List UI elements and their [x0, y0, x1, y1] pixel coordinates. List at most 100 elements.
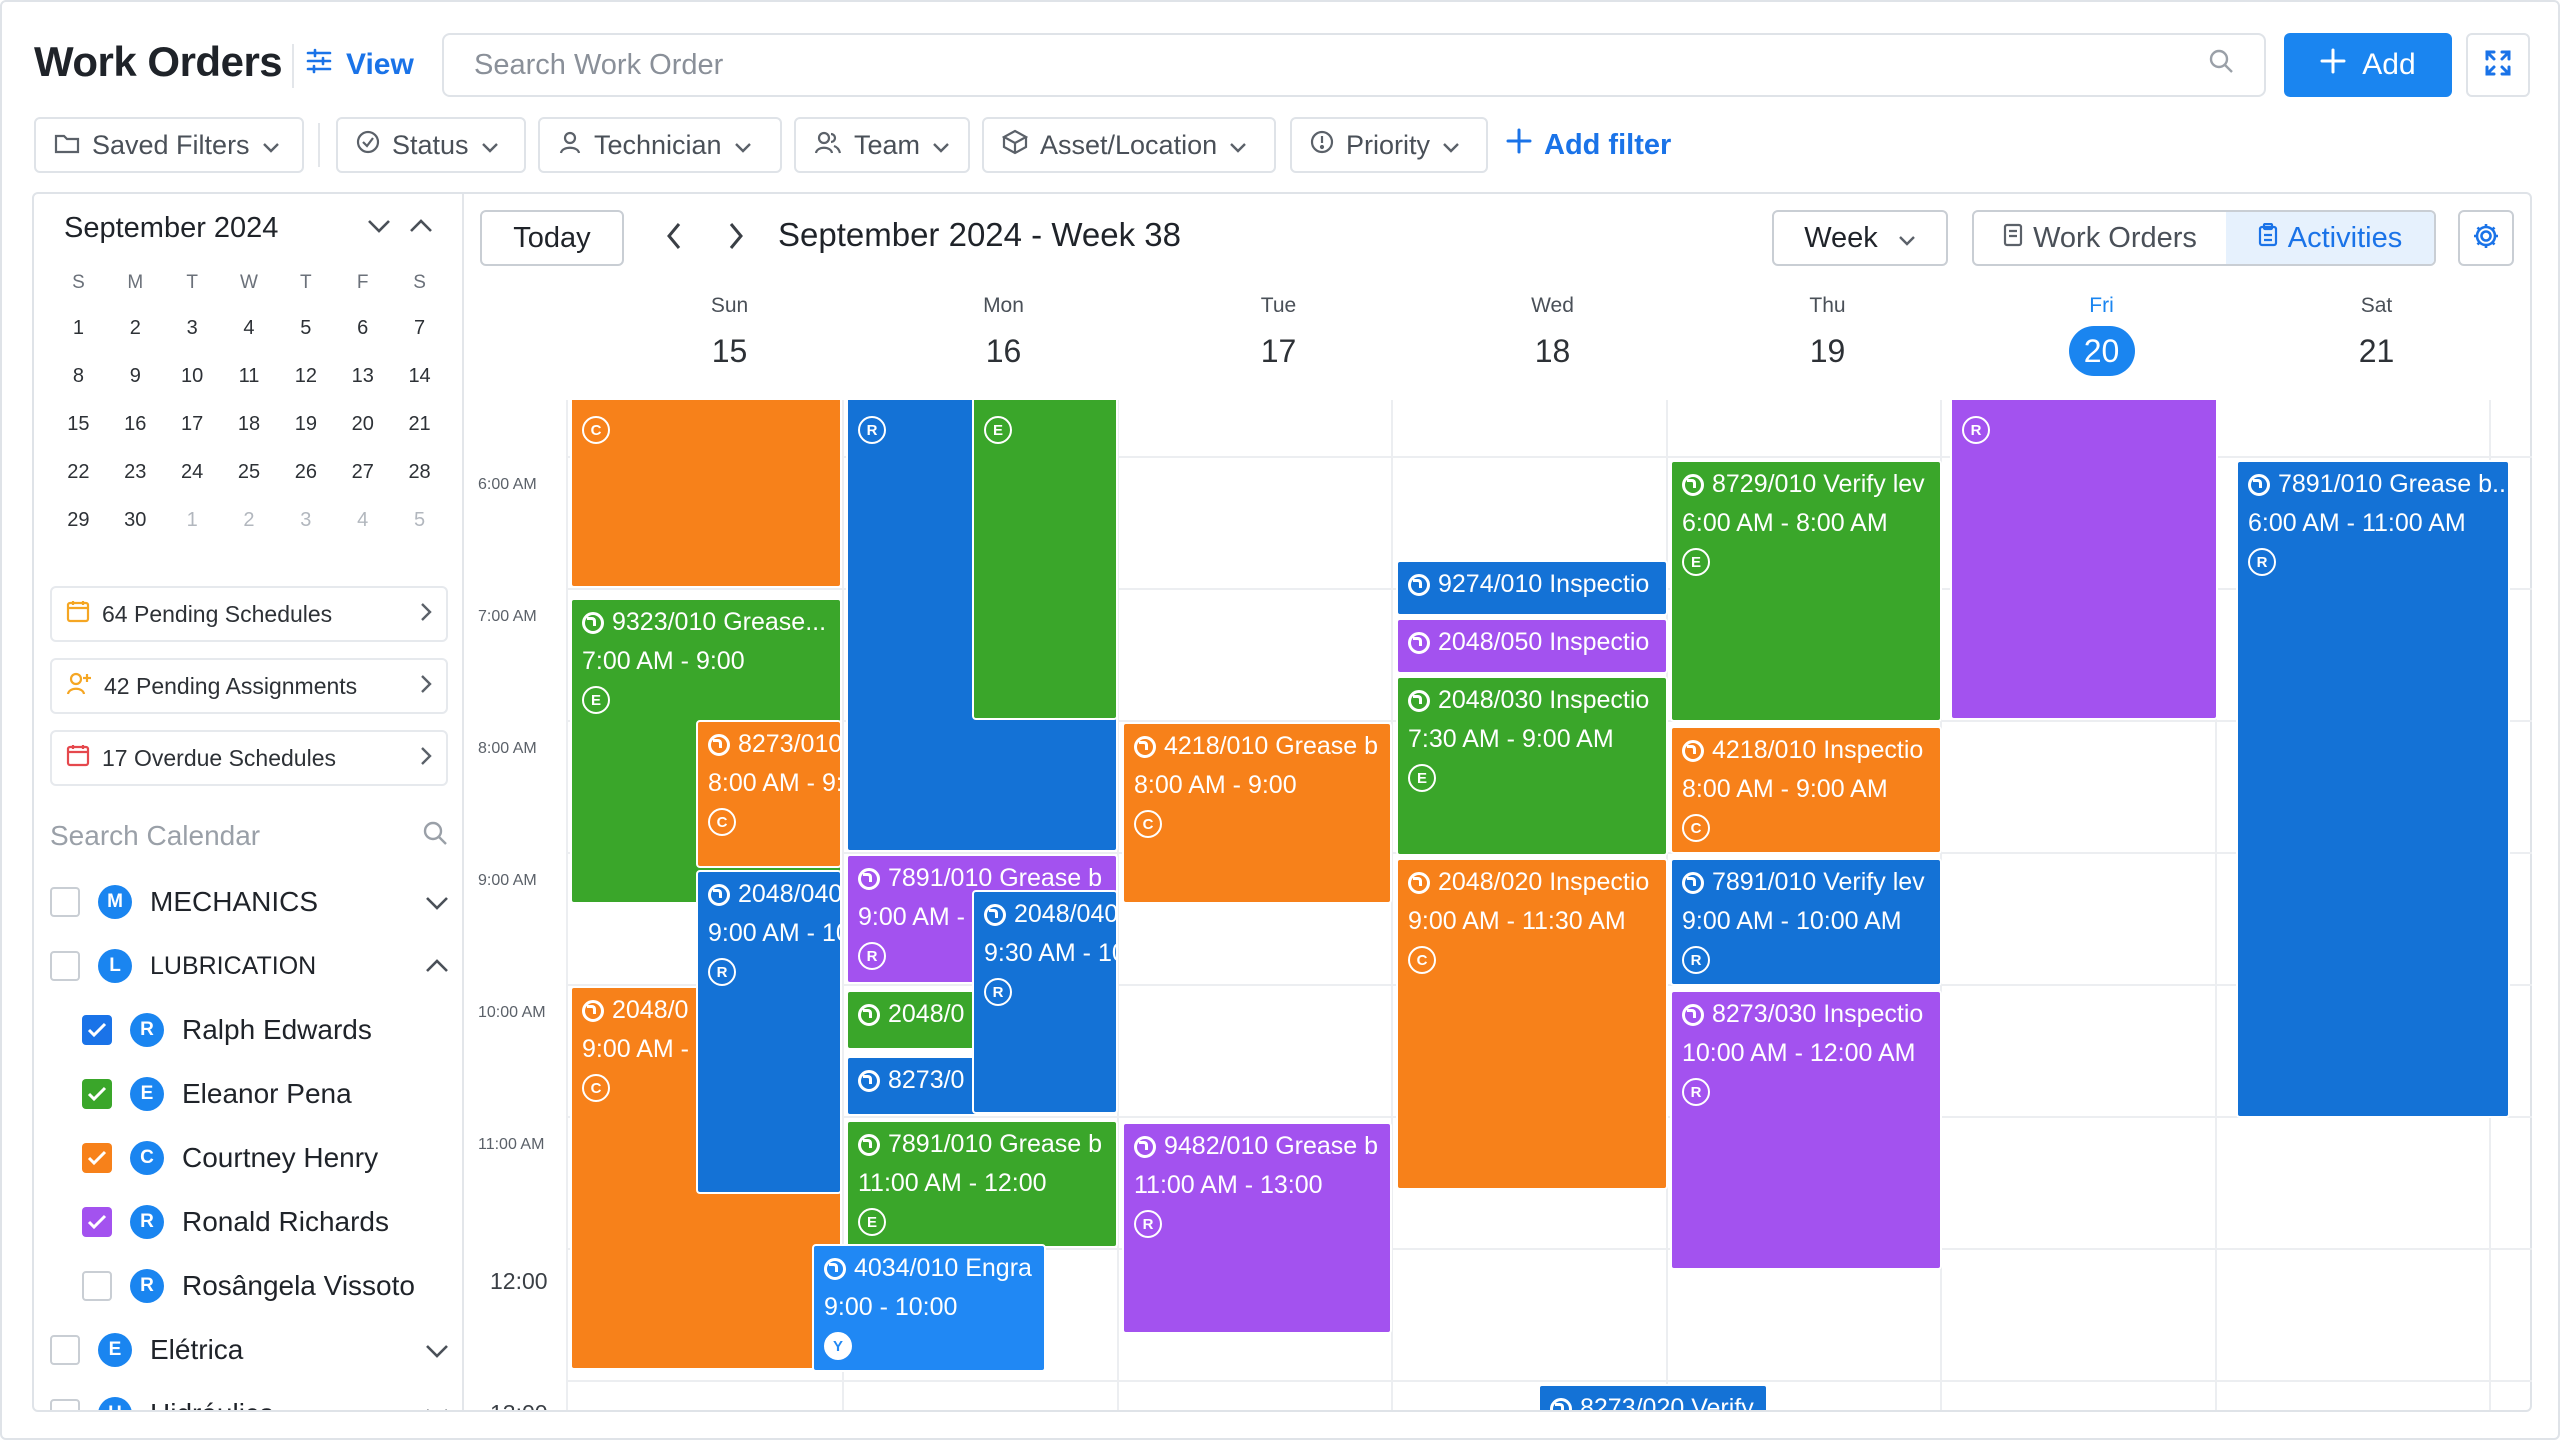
member-checkbox[interactable]: [82, 1271, 112, 1301]
event-card[interactable]: 4218/010 Inspectio 8:00 AM - 9:00 AM C: [1670, 726, 1942, 854]
mini-day-next-month[interactable]: 3: [277, 496, 334, 544]
event-card[interactable]: 8273/030 Inspectio 10:00 AM - 12:00 AM R: [1670, 990, 1942, 1270]
event-card[interactable]: E: [972, 400, 1118, 720]
status-filter[interactable]: Status: [336, 117, 526, 173]
day-header[interactable]: Mon 16: [866, 288, 1141, 376]
technician-filter[interactable]: Technician: [538, 117, 782, 173]
day-header[interactable]: Sun 15: [592, 288, 867, 376]
mini-day[interactable]: 26: [277, 448, 334, 496]
mini-day[interactable]: 14: [391, 352, 448, 400]
saved-filters-dropdown[interactable]: Saved Filters: [34, 117, 304, 173]
mini-day[interactable]: 5: [277, 304, 334, 352]
mini-day[interactable]: 8: [50, 352, 107, 400]
asset-location-filter[interactable]: Asset/Location: [982, 117, 1276, 173]
mini-day[interactable]: 10: [164, 352, 221, 400]
group-checkbox[interactable]: [50, 887, 80, 917]
overdue-schedules-link[interactable]: 17 Overdue Schedules: [50, 730, 448, 786]
add-filter-button[interactable]: Add filter: [1506, 117, 1671, 173]
mini-day[interactable]: 29: [50, 496, 107, 544]
next-week-button[interactable]: [716, 218, 756, 258]
member-item[interactable]: R Ronald Richards: [82, 1196, 442, 1248]
day-header[interactable]: Thu 19: [1690, 288, 1965, 376]
member-item[interactable]: E Eleanor Pena: [82, 1068, 442, 1120]
event-card[interactable]: 9274/010 Inspectio: [1396, 560, 1668, 616]
mini-day[interactable]: 21: [391, 400, 448, 448]
fullscreen-button[interactable]: [2466, 33, 2530, 97]
mini-day[interactable]: 4: [221, 304, 278, 352]
event-card[interactable]: 4034/010 Engra 9:00 - 10:00 Y: [812, 1244, 1046, 1372]
mini-day[interactable]: 11: [221, 352, 278, 400]
member-item[interactable]: R Ralph Edwards: [82, 1004, 442, 1056]
chevron-down-icon[interactable]: [424, 1398, 450, 1410]
group-mechanics[interactable]: M MECHANICS: [50, 876, 450, 928]
event-card[interactable]: R: [1950, 400, 2218, 720]
group-eletrica[interactable]: E Elétrica: [50, 1324, 450, 1376]
member-checkbox[interactable]: [82, 1079, 112, 1109]
mini-calendar-next-button[interactable]: [366, 218, 392, 239]
mini-day[interactable]: 2: [107, 304, 164, 352]
mini-day[interactable]: 7: [391, 304, 448, 352]
mini-day[interactable]: 23: [107, 448, 164, 496]
mini-day[interactable]: 6: [334, 304, 391, 352]
mini-calendar-prev-button[interactable]: [408, 218, 434, 239]
activities-tab[interactable]: Activities: [2226, 212, 2434, 264]
mini-day[interactable]: 30: [107, 496, 164, 544]
mini-day[interactable]: 13: [334, 352, 391, 400]
event-card[interactable]: 8729/010 Verify lev 6:00 AM - 8:00 AM E: [1670, 460, 1942, 722]
today-button[interactable]: Today: [480, 210, 624, 266]
prev-week-button[interactable]: [654, 218, 694, 258]
event-card[interactable]: C: [570, 400, 842, 588]
member-checkbox[interactable]: [82, 1015, 112, 1045]
event-card[interactable]: 7891/010 Grease b... 6:00 AM - 11:00 AM …: [2236, 460, 2510, 1118]
mini-day[interactable]: 3: [164, 304, 221, 352]
mini-day[interactable]: 19: [277, 400, 334, 448]
chevron-up-icon[interactable]: [424, 952, 450, 981]
member-item[interactable]: C Courtney Henry: [82, 1132, 442, 1184]
mini-day[interactable]: 28: [391, 448, 448, 496]
group-checkbox[interactable]: [50, 1335, 80, 1365]
member-item[interactable]: R Rosângela Vissoto: [82, 1260, 442, 1312]
event-card[interactable]: 2048/020 Inspectio 9:00 AM - 11:30 AM C: [1396, 858, 1668, 1190]
calendar-settings-button[interactable]: [2458, 210, 2514, 266]
event-card[interactable]: 8273/020 Verify: [1538, 1384, 1768, 1410]
event-card[interactable]: 2048/040 9:30 AM - 10:30 R: [972, 890, 1118, 1114]
chevron-down-icon[interactable]: [424, 886, 450, 918]
add-button[interactable]: Add: [2284, 33, 2452, 97]
day-header[interactable]: Sat 21: [2239, 288, 2514, 376]
event-card[interactable]: 2048/040 9:00 AM - 10:00 R: [696, 870, 842, 1194]
event-card[interactable]: 2048/050 Inspectio: [1396, 618, 1668, 674]
day-header[interactable]: Tue 17: [1141, 288, 1416, 376]
team-filter[interactable]: Team: [794, 117, 970, 173]
mini-day[interactable]: 18: [221, 400, 278, 448]
view-mode-select[interactable]: Week: [1772, 210, 1948, 266]
event-card[interactable]: 9482/010 Grease b 11:00 AM - 13:00 R: [1122, 1122, 1392, 1334]
group-checkbox[interactable]: [50, 1399, 80, 1410]
day-header-today[interactable]: Fri 20: [1964, 288, 2239, 376]
mini-day-next-month[interactable]: 2: [221, 496, 278, 544]
mini-day[interactable]: 22: [50, 448, 107, 496]
mini-day-next-month[interactable]: 1: [164, 496, 221, 544]
event-card[interactable]: 4218/010 Grease b 8:00 AM - 9:00 C: [1122, 722, 1392, 904]
calendar-search-input[interactable]: Search Calendar: [50, 814, 448, 858]
group-lubrication[interactable]: L LUBRICATION: [50, 940, 450, 992]
pending-assignments-link[interactable]: 42 Pending Assignments: [50, 658, 448, 714]
priority-filter[interactable]: Priority: [1290, 117, 1488, 173]
event-card[interactable]: 2048/030 Inspectio 7:30 AM - 9:00 AM E: [1396, 676, 1668, 856]
search-input[interactable]: Search Work Order: [442, 33, 2266, 97]
group-checkbox[interactable]: [50, 951, 80, 981]
mini-day[interactable]: 24: [164, 448, 221, 496]
group-hidraulica[interactable]: H Hidráulica: [50, 1388, 450, 1410]
mini-day-next-month[interactable]: 5: [391, 496, 448, 544]
member-checkbox[interactable]: [82, 1207, 112, 1237]
mini-day[interactable]: 25: [221, 448, 278, 496]
chevron-down-icon[interactable]: [424, 1334, 450, 1366]
mini-day[interactable]: 1: [50, 304, 107, 352]
pending-schedules-link[interactable]: 64 Pending Schedules: [50, 586, 448, 642]
day-header[interactable]: Wed 18: [1415, 288, 1690, 376]
mini-day[interactable]: 27: [334, 448, 391, 496]
mini-day-next-month[interactable]: 4: [334, 496, 391, 544]
member-checkbox[interactable]: [82, 1143, 112, 1173]
mini-day[interactable]: 20: [334, 400, 391, 448]
work-orders-tab[interactable]: Work Orders: [1974, 212, 2226, 264]
event-card[interactable]: 7891/010 Grease b 11:00 AM - 12:00 E: [846, 1120, 1118, 1248]
